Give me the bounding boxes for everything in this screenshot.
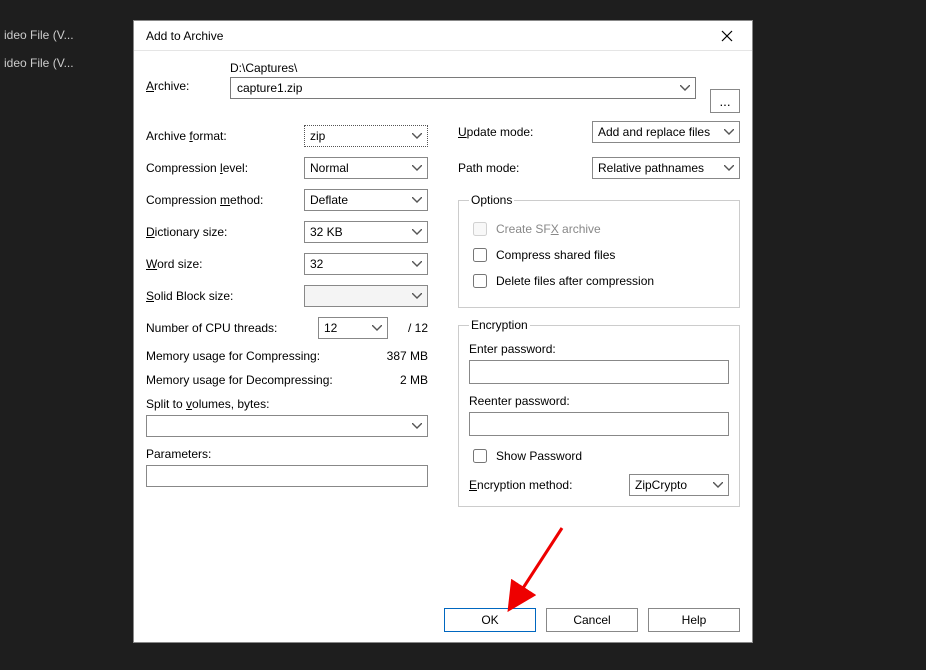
archive-filename-input[interactable]: [230, 77, 696, 99]
word-select[interactable]: [304, 253, 428, 275]
dict-select[interactable]: [304, 221, 428, 243]
reenter-pwd-label: Reenter password:: [469, 394, 729, 408]
browse-button[interactable]: ...: [710, 89, 740, 113]
dict-label: Dictionary size:: [146, 225, 304, 239]
opt-sfx-row: Create SFX archive: [469, 219, 729, 239]
encryption-group: Encryption Enter password: Reenter passw…: [458, 318, 740, 507]
opt-delete-label: Delete files after compression: [496, 274, 654, 288]
help-button[interactable]: Help: [648, 608, 740, 632]
path-label: Path mode:: [458, 161, 592, 175]
archive-label: Archive:: [146, 79, 189, 93]
enc-method-select[interactable]: [629, 474, 729, 496]
path-select[interactable]: [592, 157, 740, 179]
update-select[interactable]: [592, 121, 740, 143]
opt-shared-checkbox[interactable]: [473, 248, 487, 262]
show-pwd-checkbox[interactable]: [473, 449, 487, 463]
close-icon: [721, 30, 733, 42]
archive-path: D:\Captures\: [230, 61, 696, 75]
split-label: Split to volumes, bytes:: [146, 397, 428, 411]
level-label: Compression level:: [146, 161, 304, 175]
cpu-label: Number of CPU threads:: [146, 321, 318, 335]
enter-pwd-label: Enter password:: [469, 342, 729, 356]
opt-shared-label: Compress shared files: [496, 248, 615, 262]
cancel-button[interactable]: Cancel: [546, 608, 638, 632]
opt-delete-row[interactable]: Delete files after compression: [469, 271, 729, 291]
params-label: Parameters:: [146, 447, 428, 461]
enc-method-label: Encryption method:: [469, 478, 629, 492]
mem-decomp-value: 2 MB: [400, 373, 428, 387]
cpu-total: / 12: [388, 321, 428, 335]
mem-comp-value: 387 MB: [387, 349, 428, 363]
show-pwd-label: Show Password: [496, 449, 582, 463]
solid-select: [304, 285, 428, 307]
method-label: Compression method:: [146, 193, 304, 207]
update-label: Update mode:: [458, 125, 592, 139]
opt-shared-row[interactable]: Compress shared files: [469, 245, 729, 265]
format-select[interactable]: [304, 125, 428, 147]
options-group: Options Create SFX archive Compress shar…: [458, 193, 740, 308]
word-label: Word size:: [146, 257, 304, 271]
options-legend: Options: [469, 193, 514, 207]
solid-label: Solid Block size:: [146, 289, 304, 303]
encryption-legend: Encryption: [469, 318, 530, 332]
password-input[interactable]: [469, 360, 729, 384]
bg-file-name: ideo File (V...: [4, 50, 124, 76]
split-select[interactable]: [146, 415, 428, 437]
cpu-select[interactable]: [318, 317, 388, 339]
close-button[interactable]: [708, 22, 746, 50]
opt-delete-checkbox[interactable]: [473, 274, 487, 288]
opt-sfx-checkbox: [473, 222, 487, 236]
titlebar: Add to Archive: [134, 21, 752, 51]
method-select[interactable]: [304, 189, 428, 211]
mem-decomp-label: Memory usage for Decompressing:: [146, 373, 333, 387]
ok-button[interactable]: OK: [444, 608, 536, 632]
opt-sfx-label: Create SFX archive: [496, 222, 601, 236]
bg-file-name: ideo File (V...: [4, 22, 124, 48]
show-pwd-row[interactable]: Show Password: [469, 446, 729, 466]
format-label: Archive format:: [146, 129, 304, 143]
reenter-password-input[interactable]: [469, 412, 729, 436]
level-select[interactable]: [304, 157, 428, 179]
params-input[interactable]: [146, 465, 428, 487]
mem-comp-label: Memory usage for Compressing:: [146, 349, 320, 363]
dialog-title: Add to Archive: [146, 29, 708, 43]
add-to-archive-dialog: Add to Archive Archive: D:\Captures\ ...: [133, 20, 753, 643]
